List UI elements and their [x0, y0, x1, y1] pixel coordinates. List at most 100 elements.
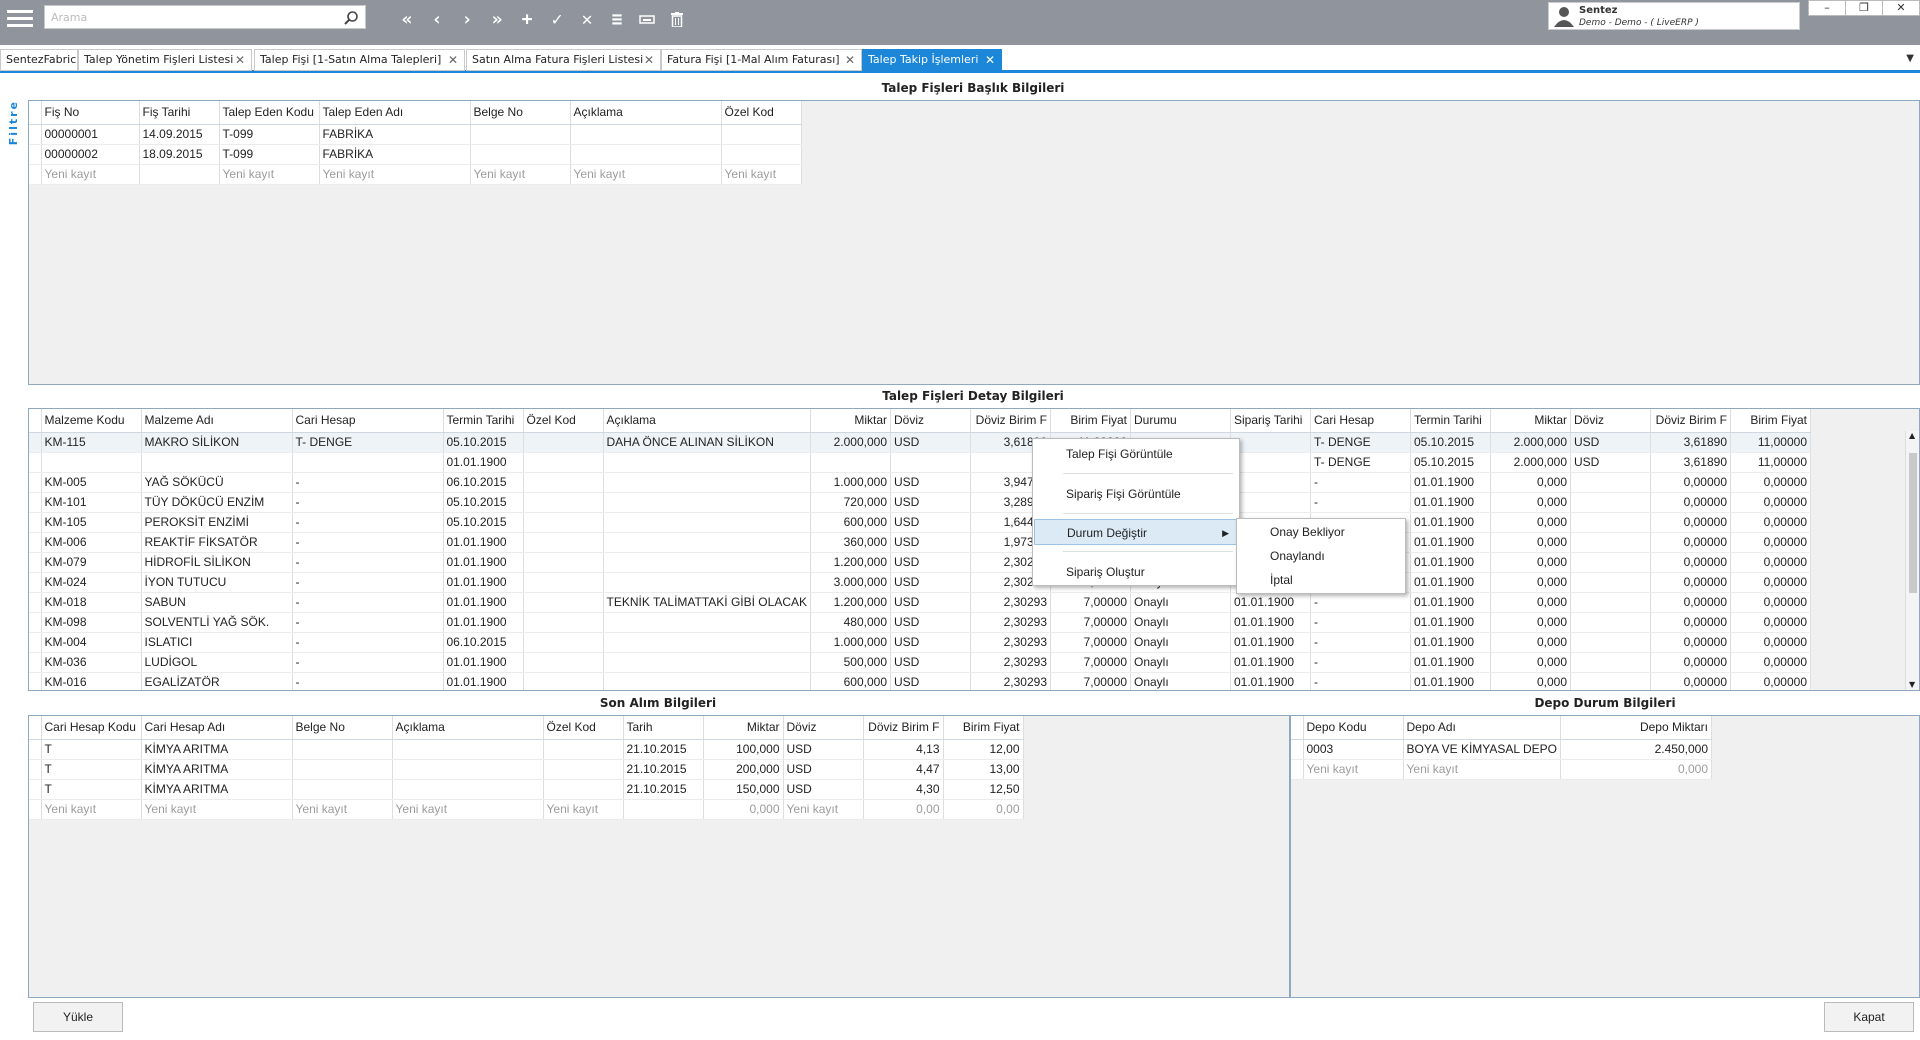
- purchase_section-column-header[interactable]: Açıklama: [392, 716, 544, 740]
- table-row[interactable]: KM-101 TÜY DÖKÜCÜ ENZİM -05.10.2015 720,000…: [29, 492, 1811, 513]
- table-row[interactable]: 01.01.1900 T- DENGE 05.10.2015 2.000,000 USD…: [29, 452, 1811, 473]
- table-cell[interactable]: 360,000: [810, 532, 891, 553]
- purchase_section-column-header[interactable]: Cari Hesap Adı: [141, 716, 293, 740]
- detail_section-column-header[interactable]: Termin Tarihi: [443, 409, 524, 433]
- table-cell[interactable]: [570, 124, 722, 145]
- table-cell[interactable]: [523, 512, 604, 533]
- table-cell[interactable]: [543, 759, 624, 780]
- table-cell[interactable]: [41, 452, 142, 473]
- table-cell[interactable]: 0,00000: [1650, 572, 1731, 593]
- table-cell[interactable]: [392, 759, 544, 780]
- table-cell[interactable]: 2,30293: [970, 672, 1051, 690]
- table-cell[interactable]: 150,000: [703, 779, 784, 800]
- table-cell[interactable]: 01.01.1900: [1410, 672, 1491, 690]
- table-cell[interactable]: USD: [783, 739, 864, 760]
- table-row[interactable]: KM-004 ISLATICI -06.10.2015 1.000,000 USD 2,3…: [29, 632, 1811, 653]
- table-cell[interactable]: [603, 572, 811, 593]
- detail_section-column-header[interactable]: Döviz Birim F: [1650, 409, 1731, 433]
- table-cell[interactable]: [523, 532, 604, 553]
- table-cell[interactable]: 0,00000: [1730, 512, 1811, 533]
- table-cell[interactable]: -: [292, 592, 444, 613]
- new-record-cell[interactable]: Yeni kayıt: [319, 164, 471, 185]
- table-cell[interactable]: -: [292, 472, 444, 493]
- table-cell[interactable]: 0003: [1303, 739, 1404, 760]
- table-cell[interactable]: MAKRO SİLİKON: [141, 432, 293, 453]
- table-cell[interactable]: FABRİKA: [319, 124, 471, 145]
- new-record-cell[interactable]: Yeni kayıt: [721, 164, 802, 185]
- table-cell[interactable]: 0,00000: [1650, 672, 1731, 690]
- table-cell[interactable]: 18.09.2015: [139, 144, 220, 165]
- table-cell[interactable]: 01.01.1900: [1410, 632, 1491, 653]
- new-record-row[interactable]: Yeni kayıt Yeni kayıt 0,000: [1291, 759, 1712, 780]
- table-cell[interactable]: LUDİGOL: [141, 652, 293, 673]
- table-cell[interactable]: 0,000: [1490, 652, 1571, 673]
- new-record-cell[interactable]: Yeni kayıt: [41, 799, 142, 820]
- table-cell[interactable]: 200,000: [703, 759, 784, 780]
- new-record-cell[interactable]: Yeni kayıt: [219, 164, 320, 185]
- table-cell[interactable]: -: [1310, 652, 1411, 673]
- table-cell[interactable]: USD: [890, 532, 971, 553]
- table-cell[interactable]: 2,30293: [970, 612, 1051, 633]
- table-cell[interactable]: [1570, 612, 1651, 633]
- table-cell[interactable]: KM-115: [41, 432, 142, 453]
- detail_section-column-header[interactable]: Malzeme Kodu: [41, 409, 142, 433]
- table-cell[interactable]: [523, 652, 604, 673]
- table-cell[interactable]: 2,30293: [970, 592, 1051, 613]
- table-cell[interactable]: [603, 512, 811, 533]
- cancel-x-icon[interactable]: ✕: [572, 7, 602, 31]
- table-cell[interactable]: 05.10.2015: [443, 492, 524, 513]
- tab-satin-alma-fatura[interactable]: Satın Alma Fatura Fişleri Listesi ✕: [466, 49, 661, 71]
- table-cell[interactable]: [523, 452, 604, 473]
- purchase_section-column-header[interactable]: Özel Kod: [543, 716, 624, 740]
- table-cell[interactable]: 1.200,000: [810, 552, 891, 573]
- table-cell[interactable]: Onaylı: [1130, 612, 1231, 633]
- table-row[interactable]: KM-006 REAKTİF FİKSATÖR -01.01.1900 360,000…: [29, 532, 1811, 553]
- table-cell[interactable]: 0,00000: [1650, 592, 1731, 613]
- last-record-icon[interactable]: »: [482, 7, 512, 31]
- table-cell[interactable]: T: [41, 759, 142, 780]
- table-cell[interactable]: 600,000: [810, 512, 891, 533]
- depot_section-column-header[interactable]: Depo Miktarı: [1560, 716, 1712, 740]
- table-cell[interactable]: 0,00000: [1730, 532, 1811, 553]
- table-cell[interactable]: 0,00000: [1650, 632, 1731, 653]
- table-cell[interactable]: T: [41, 739, 142, 760]
- table-cell[interactable]: T- DENGE: [1310, 452, 1411, 473]
- tab-close-icon[interactable]: ✕: [644, 50, 654, 70]
- table-cell[interactable]: 3,61890: [1650, 452, 1731, 473]
- table-cell[interactable]: 21.10.2015: [623, 779, 704, 800]
- table-row[interactable]: T KİMYA ARITMA 21.10.2015 200,000 USD 4,47 13,…: [29, 759, 1024, 780]
- table-cell[interactable]: -: [292, 512, 444, 533]
- table-cell[interactable]: -: [292, 672, 444, 690]
- table-cell[interactable]: 01.01.1900: [1230, 672, 1311, 690]
- table-cell[interactable]: [1570, 652, 1651, 673]
- hamburger-menu-icon[interactable]: [7, 6, 33, 32]
- table-cell[interactable]: 0,000: [1490, 612, 1571, 633]
- detail_section-column-header[interactable]: Cari Hesap: [1310, 409, 1411, 433]
- table-cell[interactable]: T- DENGE: [1310, 432, 1411, 453]
- table-cell[interactable]: 05.10.2015: [1410, 432, 1491, 453]
- table-cell[interactable]: [603, 492, 811, 513]
- table-cell[interactable]: FABRİKA: [319, 144, 471, 165]
- table-cell[interactable]: [392, 739, 544, 760]
- purchase_section-column-header[interactable]: Belge No: [292, 716, 393, 740]
- table-cell[interactable]: KM-005: [41, 472, 142, 493]
- table-cell[interactable]: EGALİZATÖR: [141, 672, 293, 690]
- table-cell[interactable]: 0,000: [1490, 572, 1571, 593]
- table-cell[interactable]: 0,000: [1490, 592, 1571, 613]
- table-cell[interactable]: 01.01.1900: [1410, 592, 1491, 613]
- table-cell[interactable]: [543, 779, 624, 800]
- table-cell[interactable]: [523, 472, 604, 493]
- menu-item-talep-fisi-goruntule[interactable]: Talep Fişi Görüntüle: [1034, 441, 1238, 467]
- table-cell[interactable]: PEROKSİT ENZİMİ: [141, 512, 293, 533]
- restore-icon[interactable]: ❐: [1845, 0, 1883, 16]
- table-cell[interactable]: T-099: [219, 124, 320, 145]
- table-cell[interactable]: [543, 739, 624, 760]
- table-cell[interactable]: 720,000: [810, 492, 891, 513]
- table-cell[interactable]: KM-105: [41, 512, 142, 533]
- table-cell[interactable]: KM-098: [41, 612, 142, 633]
- table-cell[interactable]: [1570, 532, 1651, 553]
- menu-item-siparis-fisi-goruntule[interactable]: Sipariş Fişi Görüntüle: [1034, 481, 1238, 507]
- user-info[interactable]: Sentez Demo - Demo - ( LiveERP ): [1548, 2, 1800, 30]
- table-cell[interactable]: 06.10.2015: [443, 632, 524, 653]
- table-cell[interactable]: 600,000: [810, 672, 891, 690]
